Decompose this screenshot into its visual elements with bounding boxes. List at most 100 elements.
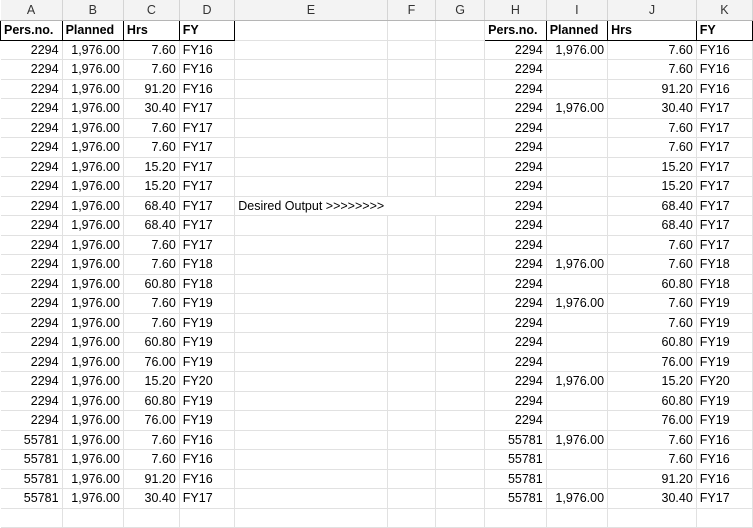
left-data-cell[interactable]: FY17	[179, 235, 236, 255]
cell[interactable]	[123, 508, 180, 528]
left-data-cell[interactable]: 2294	[0, 235, 63, 255]
right-data-cell[interactable]: 2294	[484, 137, 547, 158]
left-data-cell[interactable]: 15.20	[123, 157, 180, 177]
cell[interactable]	[387, 488, 437, 509]
left-data-cell[interactable]: 7.60	[123, 313, 180, 333]
left-data-cell[interactable]: 1,976.00	[62, 157, 124, 177]
right-data-cell[interactable]: 76.00	[607, 410, 697, 431]
cell[interactable]	[435, 59, 486, 80]
right-data-cell[interactable]: 2294	[484, 313, 547, 333]
column-header-d[interactable]: D	[179, 0, 236, 21]
column-header-g[interactable]: G	[435, 0, 486, 21]
cell[interactable]	[435, 98, 486, 119]
cell[interactable]	[387, 430, 437, 450]
left-data-cell[interactable]: 1,976.00	[62, 449, 124, 470]
left-data-cell[interactable]: 2294	[0, 196, 63, 216]
left-data-cell[interactable]: 1,976.00	[62, 176, 124, 197]
right-header-cell[interactable]: FY	[695, 20, 753, 41]
right-data-cell[interactable]: 1,976.00	[546, 98, 609, 119]
left-data-cell[interactable]: 1,976.00	[62, 352, 124, 372]
right-data-cell[interactable]: FY19	[696, 410, 753, 431]
cell[interactable]	[234, 293, 388, 314]
left-data-cell[interactable]: 2294	[0, 98, 63, 119]
cell[interactable]	[234, 313, 388, 333]
right-data-cell[interactable]: FY17	[696, 118, 753, 138]
cell[interactable]	[234, 40, 388, 60]
left-data-cell[interactable]: 2294	[0, 274, 63, 294]
cell[interactable]	[435, 157, 486, 177]
cell[interactable]	[234, 118, 388, 138]
column-header-k[interactable]: K	[696, 0, 753, 21]
right-data-cell[interactable]	[546, 391, 609, 411]
right-data-cell[interactable]: FY17	[696, 137, 753, 158]
right-data-cell[interactable]: 55781	[484, 488, 547, 509]
right-data-cell[interactable]: 2294	[484, 371, 547, 392]
left-data-cell[interactable]: 2294	[0, 391, 63, 411]
right-data-cell[interactable]: 2294	[484, 274, 547, 294]
left-data-cell[interactable]: 2294	[0, 137, 63, 158]
left-data-cell[interactable]: FY19	[179, 391, 236, 411]
left-header-cell[interactable]: Hrs	[122, 20, 180, 41]
left-data-cell[interactable]: 1,976.00	[62, 332, 124, 353]
left-data-cell[interactable]: 2294	[0, 157, 63, 177]
cell[interactable]	[387, 274, 437, 294]
right-data-cell[interactable]	[546, 176, 609, 197]
right-data-cell[interactable]: 7.60	[607, 235, 697, 255]
cell[interactable]	[387, 391, 437, 411]
left-header-cell[interactable]: Pers.no.	[0, 20, 63, 41]
column-header-c[interactable]: C	[123, 0, 180, 21]
right-data-cell[interactable]	[546, 215, 609, 236]
right-data-cell[interactable]: 15.20	[607, 157, 697, 177]
left-data-cell[interactable]: FY19	[179, 410, 236, 431]
column-header-e[interactable]: E	[234, 0, 388, 21]
left-data-cell[interactable]: FY16	[179, 79, 236, 99]
right-data-cell[interactable]: FY17	[696, 98, 753, 119]
left-data-cell[interactable]: 2294	[0, 40, 63, 60]
left-data-cell[interactable]: 1,976.00	[62, 98, 124, 119]
left-data-cell[interactable]: FY17	[179, 196, 236, 216]
left-data-cell[interactable]: 60.80	[123, 332, 180, 353]
cell[interactable]	[435, 40, 486, 60]
right-data-cell[interactable]: 91.20	[607, 469, 697, 489]
right-data-cell[interactable]: 55781	[484, 469, 547, 489]
cell[interactable]	[435, 20, 486, 41]
right-data-cell[interactable]	[546, 79, 609, 99]
left-data-cell[interactable]: 2294	[0, 332, 63, 353]
right-data-cell[interactable]: 76.00	[607, 352, 697, 372]
cell[interactable]	[387, 508, 437, 528]
right-data-cell[interactable]	[546, 469, 609, 489]
right-data-cell[interactable]: 30.40	[607, 98, 697, 119]
left-data-cell[interactable]: 91.20	[123, 469, 180, 489]
cell[interactable]	[234, 274, 388, 294]
cell[interactable]	[387, 410, 437, 431]
cell[interactable]	[234, 254, 388, 275]
right-data-cell[interactable]: 1,976.00	[546, 430, 609, 450]
right-data-cell[interactable]	[546, 313, 609, 333]
cell[interactable]	[607, 508, 697, 528]
right-data-cell[interactable]: 7.60	[607, 40, 697, 60]
cell[interactable]	[387, 215, 437, 236]
right-data-cell[interactable]: 55781	[484, 430, 547, 450]
cell[interactable]	[234, 332, 388, 353]
cell[interactable]	[234, 469, 388, 489]
left-data-cell[interactable]: 76.00	[123, 352, 180, 372]
right-data-cell[interactable]: 30.40	[607, 488, 697, 509]
cell[interactable]	[179, 508, 236, 528]
left-data-cell[interactable]: FY19	[179, 313, 236, 333]
cell[interactable]	[234, 157, 388, 177]
right-data-cell[interactable]: 7.60	[607, 293, 697, 314]
left-data-cell[interactable]: 1,976.00	[62, 215, 124, 236]
right-data-cell[interactable]	[546, 196, 609, 216]
left-data-cell[interactable]: 68.40	[123, 215, 180, 236]
cell[interactable]	[387, 59, 437, 80]
cell[interactable]	[435, 449, 486, 470]
cell[interactable]	[0, 508, 63, 528]
right-data-cell[interactable]	[546, 410, 609, 431]
right-data-cell[interactable]: 7.60	[607, 449, 697, 470]
right-data-cell[interactable]: FY19	[696, 313, 753, 333]
right-data-cell[interactable]: FY17	[696, 176, 753, 197]
cell[interactable]	[435, 313, 486, 333]
cell[interactable]	[435, 118, 486, 138]
right-data-cell[interactable]: 68.40	[607, 215, 697, 236]
right-data-cell[interactable]: 2294	[484, 98, 547, 119]
